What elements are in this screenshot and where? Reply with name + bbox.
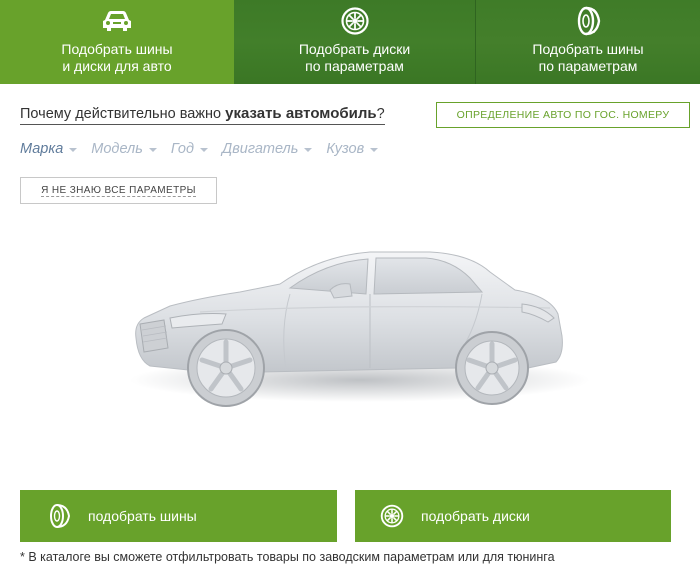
tab-tires-by-parameters[interactable]: Подобрать шины по параметрам <box>476 0 700 84</box>
filter-make[interactable]: Марка <box>20 139 78 159</box>
select-rims-button[interactable]: подобрать диски <box>355 490 671 542</box>
selection-tabs: Подобрать шины и диски для авто Подобрат… <box>0 0 700 84</box>
tire-icon <box>46 503 72 529</box>
filter-body[interactable]: Кузов <box>326 139 379 159</box>
catalog-note: * В каталоге вы сможете отфильтровать то… <box>20 550 555 564</box>
why-bold: указать автомобиль <box>225 105 377 122</box>
tab-label-line2: и диски для авто <box>62 58 172 74</box>
filter-engine[interactable]: Двигатель <box>221 139 313 159</box>
tire-icon <box>571 6 605 36</box>
select-rims-label: подобрать диски <box>421 508 530 524</box>
filter-label: Год <box>170 141 194 157</box>
wheel-rim-icon <box>338 7 372 35</box>
caret-down-icon <box>370 148 379 152</box>
why-suffix: ? <box>376 106 385 122</box>
tab-label-line1: Подобрать диски <box>298 41 411 57</box>
unknown-params-button[interactable]: Я НЕ ЗНАЮ ВСЕ ПАРАМЕТРЫ <box>20 177 217 204</box>
car-filters: Марка Модель Год Двигатель Кузов <box>20 139 392 159</box>
filter-label: Модель <box>91 141 143 157</box>
wheel-rim-icon <box>379 503 405 529</box>
caret-down-icon <box>69 148 78 152</box>
caret-down-icon <box>199 148 208 152</box>
caret-down-icon <box>304 148 313 152</box>
car-icon <box>100 7 134 35</box>
tab-label-line2: по параметрам <box>538 58 638 74</box>
detect-by-plate-button[interactable]: ОПРЕДЕЛЕНИЕ АВТО ПО ГОС. НОМЕРУ <box>436 102 690 128</box>
filter-year[interactable]: Год <box>171 139 208 159</box>
tab-rims-by-parameters[interactable]: Подобрать диски по параметрам <box>234 0 476 84</box>
tab-label-line2: по параметрам <box>305 58 404 74</box>
filter-model[interactable]: Модель <box>91 139 157 159</box>
select-tires-label: подобрать шины <box>88 508 197 524</box>
filter-label: Кузов <box>326 141 365 157</box>
car-illustration <box>130 251 590 407</box>
filter-label: Марка <box>20 141 64 157</box>
caret-down-icon <box>148 148 157 152</box>
tab-label-line1: Подобрать шины <box>532 41 644 57</box>
tab-tires-and-rims-for-car[interactable]: Подобрать шины и диски для авто <box>0 0 234 84</box>
why-prefix: Почему действительно важно <box>20 106 226 122</box>
why-specify-car-link[interactable]: Почему действительно важно указать автом… <box>20 105 385 125</box>
filter-label: Двигатель <box>221 141 299 157</box>
tab-label-line1: Подобрать шины <box>61 41 173 57</box>
select-tires-button[interactable]: подобрать шины <box>20 490 337 542</box>
unknown-params-label: Я НЕ ЗНАЮ ВСЕ ПАРАМЕТРЫ <box>41 184 196 197</box>
